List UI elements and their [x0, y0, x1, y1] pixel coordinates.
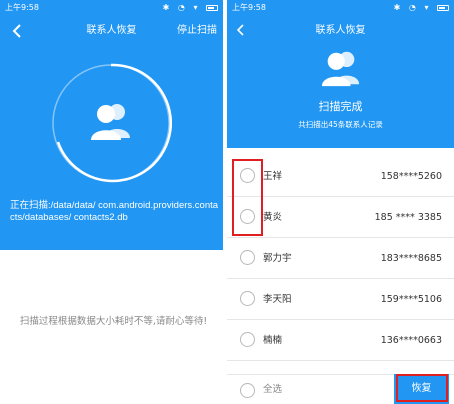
scan-hint-text: 扫描过程根据数据大小耗时不等,请耐心等待!: [19, 316, 208, 327]
status-icons: ✱ ◔ ▾: [163, 0, 218, 16]
contacts-avatar-icon: [88, 100, 134, 142]
contact-name: 楠楠: [263, 335, 283, 346]
scanning-screen: 上午9:58 ✱ ◔ ▾ 联系人恢复 停止扫描 正在扫描:/data/data/…: [0, 0, 223, 404]
contact-name: 郭力宇: [263, 253, 292, 264]
navbar: 联系人恢复 停止扫描: [0, 16, 223, 46]
status-bar: 上午9:58 ✱ ◔ ▾: [227, 0, 454, 16]
contact-row[interactable]: 郭力宇 183****8685: [227, 238, 454, 279]
contact-checkbox[interactable]: [240, 291, 255, 306]
contact-phone: 159****5106: [380, 294, 442, 305]
contact-count-text: 共扫描出45条联系人记录: [298, 120, 383, 129]
select-all-label[interactable]: 全选: [263, 375, 282, 404]
status-bar: 上午9:58 ✱ ◔ ▾: [0, 0, 223, 16]
contacts-avatar-icon: [319, 48, 363, 88]
scan-result-screen: 上午9:58 ✱ ◔ ▾ 联系人恢复 扫描完成 共扫描出45条联系人记录 王祥 …: [227, 0, 454, 404]
navbar: 联系人恢复: [227, 16, 454, 46]
status-time: 上午9:58: [5, 3, 39, 12]
contact-phone: 158****5260: [380, 171, 442, 182]
select-all-checkbox[interactable]: [240, 383, 255, 398]
battery-icon: [437, 4, 449, 11]
contact-phone: 183****8685: [380, 253, 442, 264]
stop-scan-button[interactable]: 停止扫描: [177, 16, 217, 46]
scan-path-text: 正在扫描:/data/data/ com.android.providers.c…: [10, 200, 219, 223]
contact-phone: 185 **** 3385: [374, 212, 442, 223]
scan-complete-title: 扫描完成: [318, 100, 363, 113]
highlight-box-checkboxes: [232, 159, 263, 236]
battery-icon: [206, 4, 218, 11]
status-icons: ✱ ◔ ▾: [394, 0, 449, 16]
contact-name: 李天阳: [263, 294, 292, 305]
contact-checkbox[interactable]: [240, 250, 255, 265]
highlight-box-restore: [396, 374, 448, 402]
contact-name: 黄炎: [263, 212, 283, 223]
contact-phone: 136****0663: [380, 335, 442, 346]
contact-name: 王祥: [263, 171, 283, 182]
contact-row[interactable]: 李天阳 159****5106: [227, 279, 454, 320]
contact-checkbox[interactable]: [240, 332, 255, 347]
status-time: 上午9:58: [232, 3, 266, 12]
page-title: 联系人恢复: [315, 25, 366, 36]
contact-row[interactable]: 楠楠 136****0663: [227, 320, 454, 361]
